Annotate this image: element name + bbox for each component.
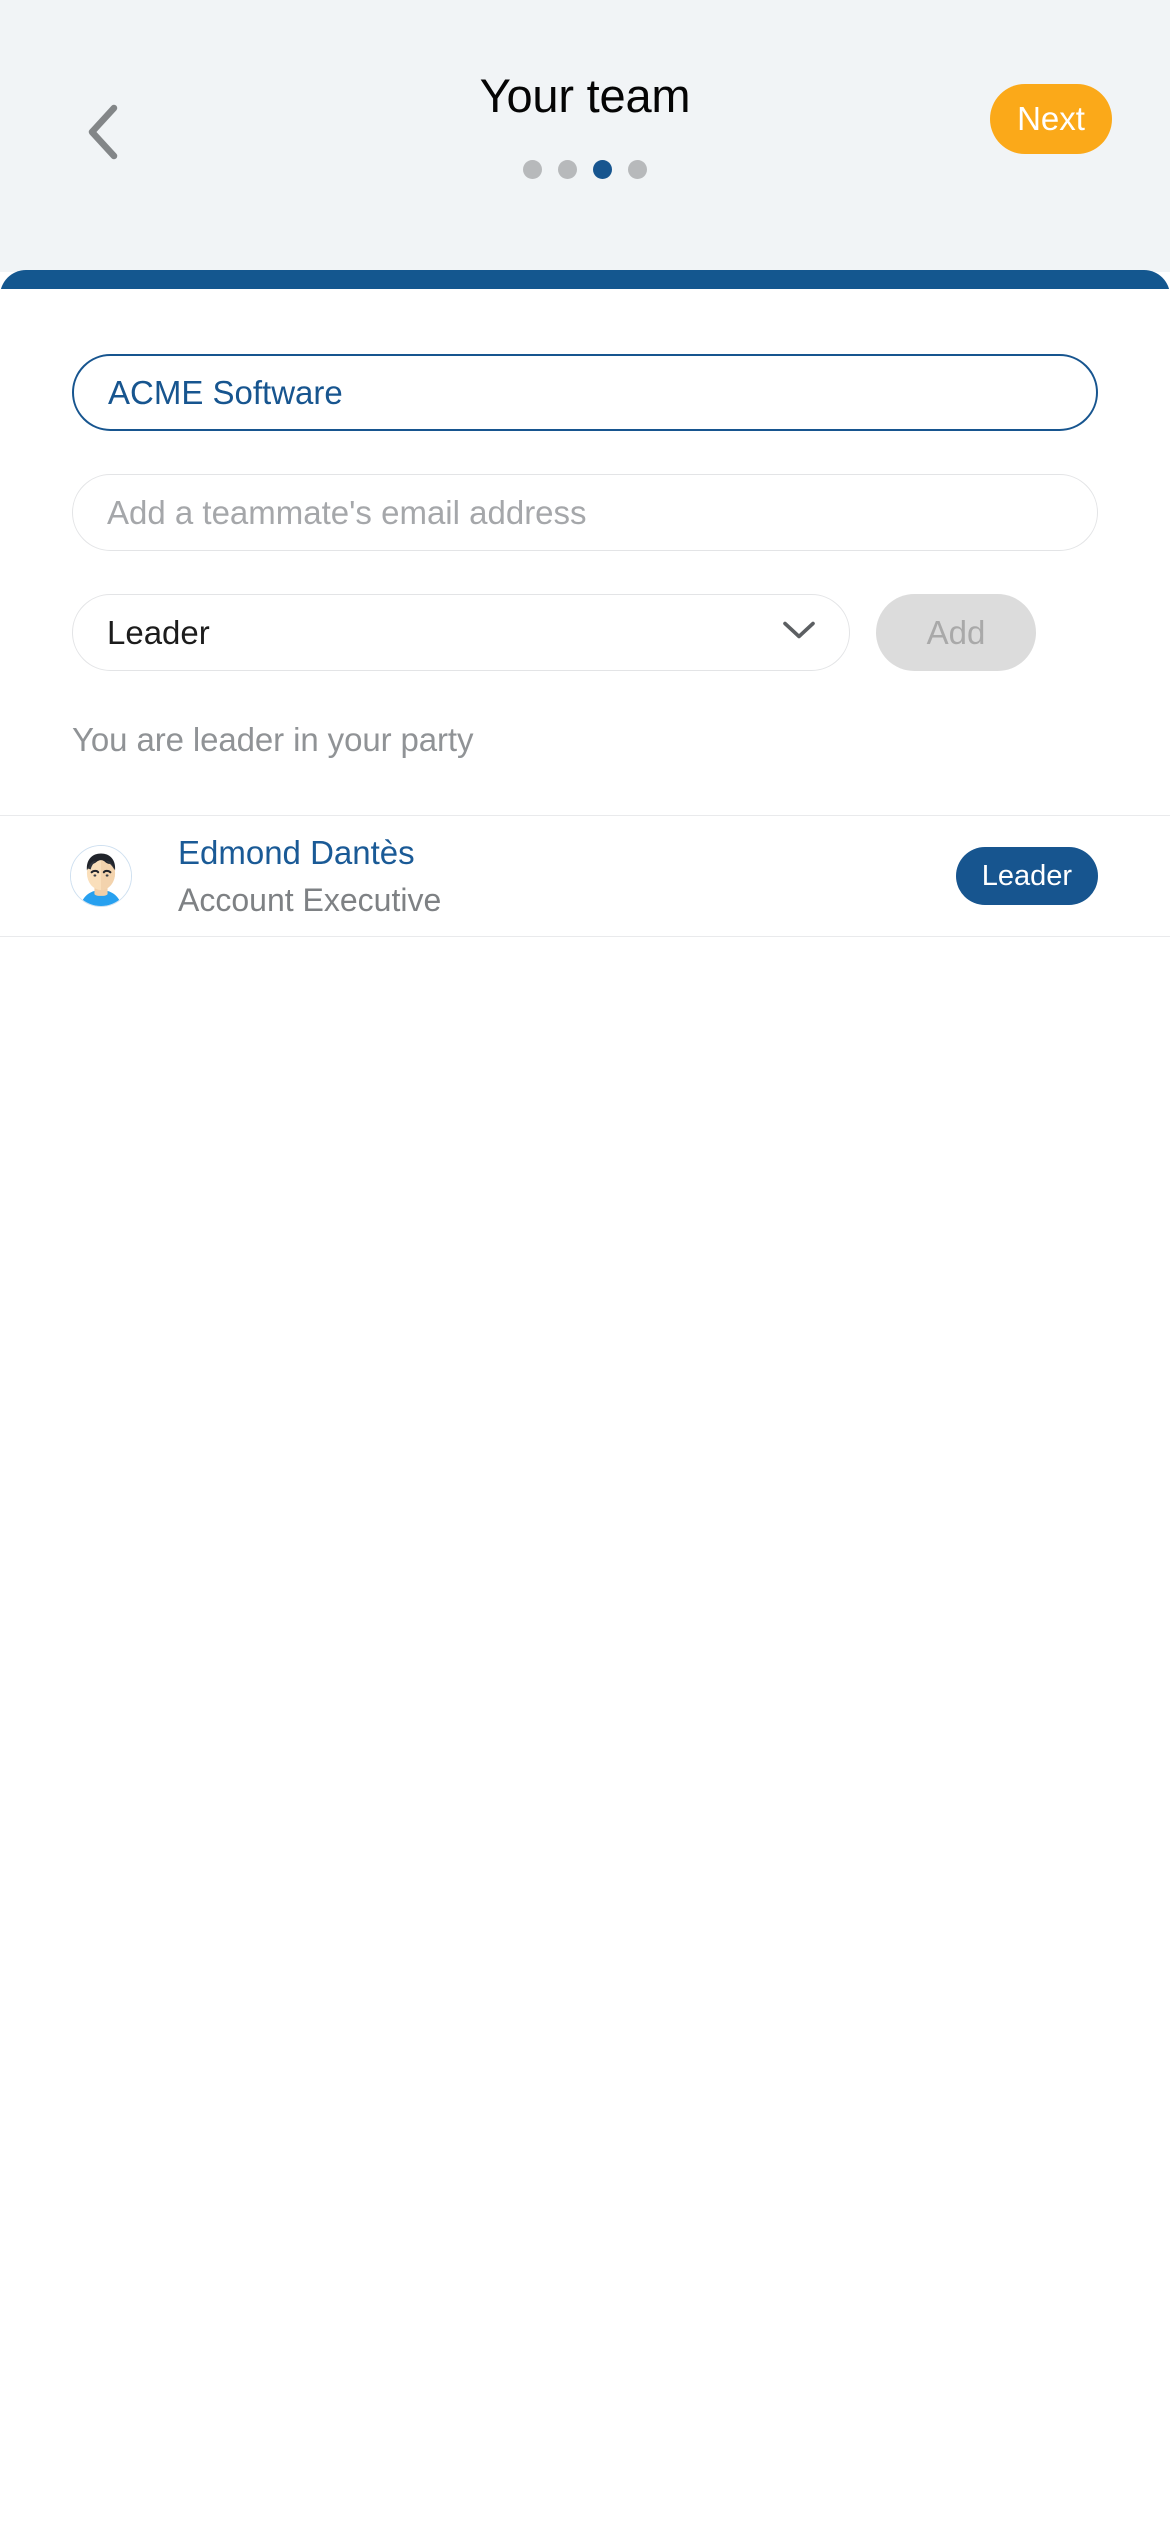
- next-button[interactable]: Next: [990, 84, 1112, 154]
- role-and-add-row: Leader Add: [72, 594, 1098, 671]
- member-info: Edmond Dantès Account Executive: [178, 833, 956, 920]
- page-header: Your team Next: [0, 0, 1170, 272]
- add-teammate-button[interactable]: Add: [876, 594, 1036, 671]
- organization-name-input[interactable]: [72, 354, 1098, 431]
- table-row[interactable]: Edmond Dantès Account Executive Leader: [0, 816, 1170, 936]
- leader-helper-text: You are leader in your party: [72, 721, 474, 758]
- progress-dot-1[interactable]: [523, 160, 542, 179]
- member-name: Edmond Dantès: [178, 833, 415, 871]
- progress-dot-2[interactable]: [558, 160, 577, 179]
- content-card: Leader Add You are leader in your party: [0, 270, 1170, 2532]
- app-screen: Your team Next Leader: [0, 0, 1170, 2532]
- status-badge[interactable]: Leader: [955, 847, 1098, 905]
- progress-dot-3-active[interactable]: [593, 160, 612, 179]
- member-role: Account Executive: [178, 882, 442, 919]
- role-select-wrapper: Leader: [72, 594, 850, 671]
- progress-dots: [0, 160, 1170, 179]
- role-select[interactable]: Leader: [72, 594, 850, 671]
- card-accent-bar: [0, 270, 1170, 289]
- section-divider-bottom: [0, 936, 1170, 937]
- teammate-email-input[interactable]: [72, 474, 1098, 551]
- user-avatar-icon: [70, 845, 132, 907]
- form-fields: Leader Add You are leader in your party: [0, 354, 1170, 759]
- card-body: Leader Add You are leader in your party: [0, 354, 1170, 937]
- progress-dot-4[interactable]: [628, 160, 647, 179]
